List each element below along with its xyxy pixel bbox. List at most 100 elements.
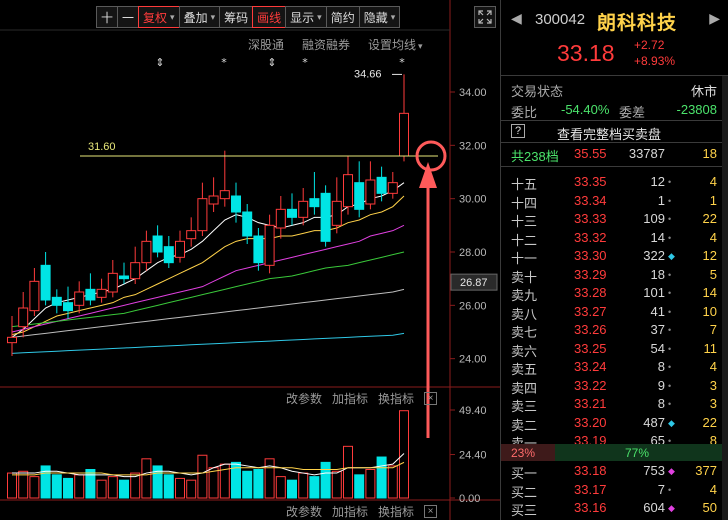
- level-dot-icon: •: [668, 288, 672, 298]
- full-orderbook-row[interactable]: ? 查看完整档买卖盘: [501, 121, 728, 142]
- change-params-button[interactable]: 改参数: [286, 390, 322, 407]
- level-volume: 8: [657, 359, 665, 374]
- volume-bar: [387, 465, 398, 499]
- volume-bar: [242, 470, 253, 499]
- chart-toolbar: 十一复权 ▾ 叠加 ▾ 筹码 画线 显示 ▾ 简约 隐藏 ▾: [96, 6, 401, 28]
- close-indicator-icon-2[interactable]: ×: [424, 505, 437, 518]
- total-price: 35.55: [574, 146, 607, 161]
- level-volume: 101: [643, 285, 665, 300]
- level-change: 10: [702, 303, 717, 319]
- kline-chart[interactable]: 34.00 32.00 30.00 28.00 26.00 24.00 49.40 24.40…: [0, 0, 500, 520]
- volume-bar: [298, 472, 309, 499]
- orderbook-level[interactable]: 卖四 33.22 9 • 3: [501, 375, 728, 396]
- total-levels-row: 共238档 35.55 33787 18: [501, 143, 728, 164]
- next-stock-icon[interactable]: ▶: [709, 10, 720, 27]
- level-change: 3: [709, 396, 717, 411]
- chevron-down-icon: ▾: [418, 41, 423, 51]
- quote-panel: ◀ 300042 朗科科技 ▶ 33.18 +2.72 +8.93% 交易状态 …: [500, 0, 728, 520]
- switch-indicator-button-2[interactable]: 换指标: [378, 503, 414, 520]
- level-volume: 18: [650, 266, 665, 282]
- volume-bar: [354, 474, 365, 499]
- volume-bar: [85, 468, 96, 499]
- volume-bar: [264, 458, 275, 499]
- close-indicator-icon[interactable]: ×: [424, 392, 437, 405]
- add-indicator-button[interactable]: 加指标: [332, 390, 368, 407]
- full-orderbook-link[interactable]: 查看完整档买卖盘: [557, 124, 661, 143]
- candle-body: [40, 264, 51, 301]
- level-price: 33.33: [574, 211, 607, 226]
- orderbook-level[interactable]: 十二 33.32 14 • 4: [501, 227, 728, 248]
- chevron-down-icon: ▾: [210, 11, 216, 22]
- orderbook-level[interactable]: 买二 33.17 7 • 4: [501, 479, 728, 500]
- kline-chart-area[interactable]: 34.00 32.00 30.00 28.00 26.00 24.00 49.40 24.40…: [0, 0, 500, 520]
- help-icon[interactable]: ?: [511, 124, 525, 138]
- chips-button[interactable]: 筹码: [219, 6, 254, 28]
- line-button[interactable]: 一: [117, 6, 140, 28]
- orderbook-level[interactable]: 卖八 33.27 41 • 10: [501, 301, 728, 322]
- crosshair-button[interactable]: 十: [96, 6, 119, 28]
- level-price: 33.17: [574, 481, 607, 497]
- orderbook-level[interactable]: 卖五 33.24 8 • 4: [501, 356, 728, 377]
- overlay-button[interactable]: 叠加 ▾: [178, 6, 221, 28]
- event-marker-icon: *: [302, 56, 308, 69]
- level-volume: 487: [643, 414, 665, 430]
- orderbook-level[interactable]: 卖九 33.28 101 • 14: [501, 282, 728, 303]
- chevron-down-icon: ▾: [170, 11, 175, 22]
- level-dot-icon: •: [668, 380, 672, 391]
- orderbook-level[interactable]: 卖六 33.25 54 • 11: [501, 338, 728, 359]
- stock-header: ◀ 300042 朗科科技 ▶ 33.18 +2.72 +8.93%: [501, 0, 728, 76]
- restore-rights-button[interactable]: 复权 ▾: [138, 6, 180, 28]
- orderbook-level[interactable]: 买一 33.18 753 ◆ 377: [501, 460, 728, 481]
- level-dot-icon: •: [668, 484, 672, 495]
- margin-trading-link[interactable]: 融资融券: [302, 36, 350, 53]
- ma-line-3: [11, 251, 405, 328]
- volume-bar: [275, 476, 286, 499]
- orderbook-level[interactable]: 卖七 33.26 37 • 7: [501, 319, 728, 340]
- orderbook-level[interactable]: 十五 33.35 12 • 4: [501, 171, 728, 192]
- draw-line-button[interactable]: 画线: [252, 6, 287, 28]
- simple-button[interactable]: 简约: [325, 6, 360, 28]
- level-price: 33.18: [574, 463, 607, 478]
- candle-body: [51, 296, 62, 306]
- candle-body: [253, 235, 264, 264]
- level-price: 33.16: [574, 500, 607, 515]
- ma-line-2: [11, 224, 405, 333]
- orderbook-level[interactable]: 卖三 33.21 8 • 3: [501, 393, 728, 414]
- orderbook-level[interactable]: 卖二 33.20 487 ◆ 22: [501, 412, 728, 433]
- orderbook-level[interactable]: 卖十 33.29 18 • 5: [501, 264, 728, 285]
- candle-body: [29, 280, 40, 312]
- orderbook-level[interactable]: 十三 33.33 109 • 22: [501, 208, 728, 229]
- add-indicator-button-2[interactable]: 加指标: [332, 503, 368, 520]
- candle-body: [287, 208, 297, 218]
- switch-indicator-button[interactable]: 换指标: [378, 390, 414, 407]
- weibi-label: 委比: [511, 105, 538, 120]
- chevron-down-icon: ▾: [317, 11, 322, 22]
- sell-ratio: 23%: [501, 444, 555, 461]
- prev-stock-icon[interactable]: ◀: [511, 10, 522, 27]
- volume-bar: [197, 454, 208, 499]
- level-volume: 109: [643, 211, 665, 226]
- high-price-label: 34.66: [354, 68, 382, 80]
- orderbook-level[interactable]: 买三 33.16 604 ◆ 50: [501, 497, 728, 518]
- orderbook-scrollbar[interactable]: [722, 76, 728, 520]
- candle-body: [309, 198, 320, 208]
- level-volume: 8: [657, 396, 665, 411]
- chevron-down-icon: ▾: [390, 11, 396, 22]
- volume-bar: [399, 410, 409, 499]
- level-change: 22: [702, 414, 717, 430]
- ma-settings-button[interactable]: 设置均线 ▾: [368, 36, 423, 53]
- hide-button[interactable]: 隐藏 ▾: [358, 6, 401, 28]
- level-change: 4: [709, 481, 717, 497]
- orderbook-level[interactable]: 十四 33.34 1 • 1: [501, 190, 728, 211]
- fullscreen-button[interactable]: [474, 6, 496, 28]
- volume-bar: [7, 472, 17, 499]
- shenggutong-link[interactable]: 深股通: [248, 36, 284, 53]
- level-change: 3: [709, 377, 717, 393]
- level-volume: 7: [657, 481, 665, 497]
- candle-body: [264, 224, 275, 266]
- current-price-tag: 26.87: [460, 277, 488, 289]
- display-button[interactable]: 显示 ▾: [285, 6, 327, 28]
- change-params-button-2[interactable]: 改参数: [286, 503, 322, 520]
- total-volume: 33787: [628, 146, 665, 161]
- orderbook-level[interactable]: 十一 33.30 322 ◆ 12: [501, 245, 728, 266]
